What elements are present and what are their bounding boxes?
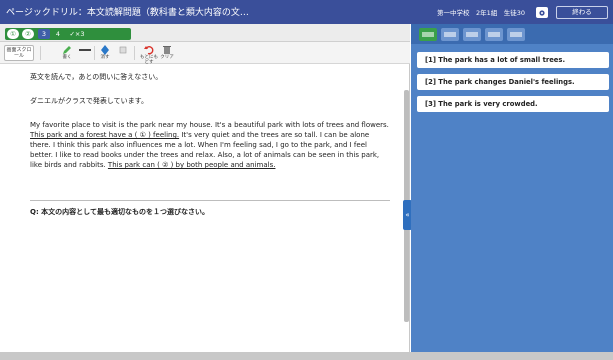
undo-button[interactable]: もとにもどす xyxy=(140,45,158,65)
toolbar-divider xyxy=(40,46,41,60)
eraser-icon xyxy=(119,46,127,54)
finish-button[interactable]: 終わる xyxy=(556,6,608,19)
scroll-mode-button[interactable]: 画面スクロール xyxy=(4,45,34,61)
undo-label: もとにもどす xyxy=(140,55,158,65)
marker-button[interactable]: 消す xyxy=(98,45,112,61)
answer-tool-button[interactable] xyxy=(463,28,481,41)
scroll-button-label: 画面スクロール xyxy=(6,47,32,59)
clear-button[interactable]: クリア xyxy=(160,45,174,61)
context-text: ダニエルがクラスで発表しています。 xyxy=(30,97,148,105)
user-info: 第一中学校 2年1組 生徒30 xyxy=(436,9,525,17)
marker-icon xyxy=(101,45,109,55)
gear-icon xyxy=(539,9,545,16)
underlined-blank-1: This park and a forest have a ( ① ) feel… xyxy=(30,131,180,139)
answer-option-1[interactable]: [1] The park has a lot of small trees. xyxy=(417,52,609,68)
toolbar-divider xyxy=(134,46,135,60)
bottom-bar xyxy=(0,352,613,360)
tab-4[interactable]: 4 xyxy=(53,29,63,39)
toolbar-divider xyxy=(94,46,95,60)
tab-group: ① ② 3 4 ✓×3 xyxy=(5,28,131,40)
undo-icon xyxy=(144,46,154,55)
answer-option-3[interactable]: [3] The park is very crowded. xyxy=(417,96,609,112)
answer-tool-button[interactable] xyxy=(507,28,525,41)
settings-button[interactable] xyxy=(536,7,548,18)
answer-tool-button[interactable] xyxy=(441,28,459,41)
drawing-toolbar: 画面スクロール 書く 消す もとにもどす クリア xyxy=(0,42,410,65)
question-divider xyxy=(30,200,390,201)
passage-body: My favorite place to visit is the park n… xyxy=(30,120,390,170)
answer-panel: [1] The park has a lot of small trees. [… xyxy=(411,24,613,360)
answer-mode-button[interactable] xyxy=(419,28,437,41)
instruction-text: 英文を読んで，あとの問いに答えなさい。 xyxy=(30,73,163,81)
tab-2[interactable]: ② xyxy=(22,29,34,39)
question-panel: ① ② 3 4 ✓×3 画面スクロール 書く 消す もとにもどす クリア 英文を… xyxy=(0,24,412,360)
eraser-button[interactable] xyxy=(116,45,130,61)
tab-3[interactable]: 3 xyxy=(38,29,50,39)
line-button[interactable] xyxy=(78,45,92,61)
question-text: Q: 本文の内容として最も適切なものを１つ選びなさい。 xyxy=(30,208,209,216)
answer-tool-button[interactable] xyxy=(485,28,503,41)
tool-icon xyxy=(444,32,456,37)
pen-icon xyxy=(63,46,71,54)
pen-button[interactable]: 書く xyxy=(60,45,74,61)
answer-toolbar xyxy=(411,24,613,44)
underlined-blank-2: This park can ( ② ) by both people and a… xyxy=(107,161,276,169)
title-bar: ページックドリル：本文読解問題（教科書と類大内容の文… 第一中学校 2年1組 生… xyxy=(0,0,613,24)
clear-label: クリア xyxy=(160,55,174,60)
passage-sentence: My favorite place to visit is the park n… xyxy=(30,121,389,129)
tab-1[interactable]: ① xyxy=(7,29,19,39)
mode-icon xyxy=(422,32,434,37)
answer-option-2[interactable]: [2] The park changes Daniel's feelings. xyxy=(417,74,609,90)
question-tabs: ① ② 3 4 ✓×3 xyxy=(0,24,410,42)
tool-icon xyxy=(488,32,500,37)
tool-icon xyxy=(466,32,478,37)
app-title: ページックドリル：本文読解問題（教科書と類大内容の文… xyxy=(6,8,249,18)
trash-icon xyxy=(163,46,171,54)
tab-check-count[interactable]: ✓×3 xyxy=(65,29,89,39)
tool-icon xyxy=(510,32,522,37)
chevron-left-icon: « xyxy=(405,211,410,219)
pen-label: 書く xyxy=(62,55,72,60)
line-icon xyxy=(79,49,91,51)
marker-label: 消す xyxy=(100,55,110,60)
